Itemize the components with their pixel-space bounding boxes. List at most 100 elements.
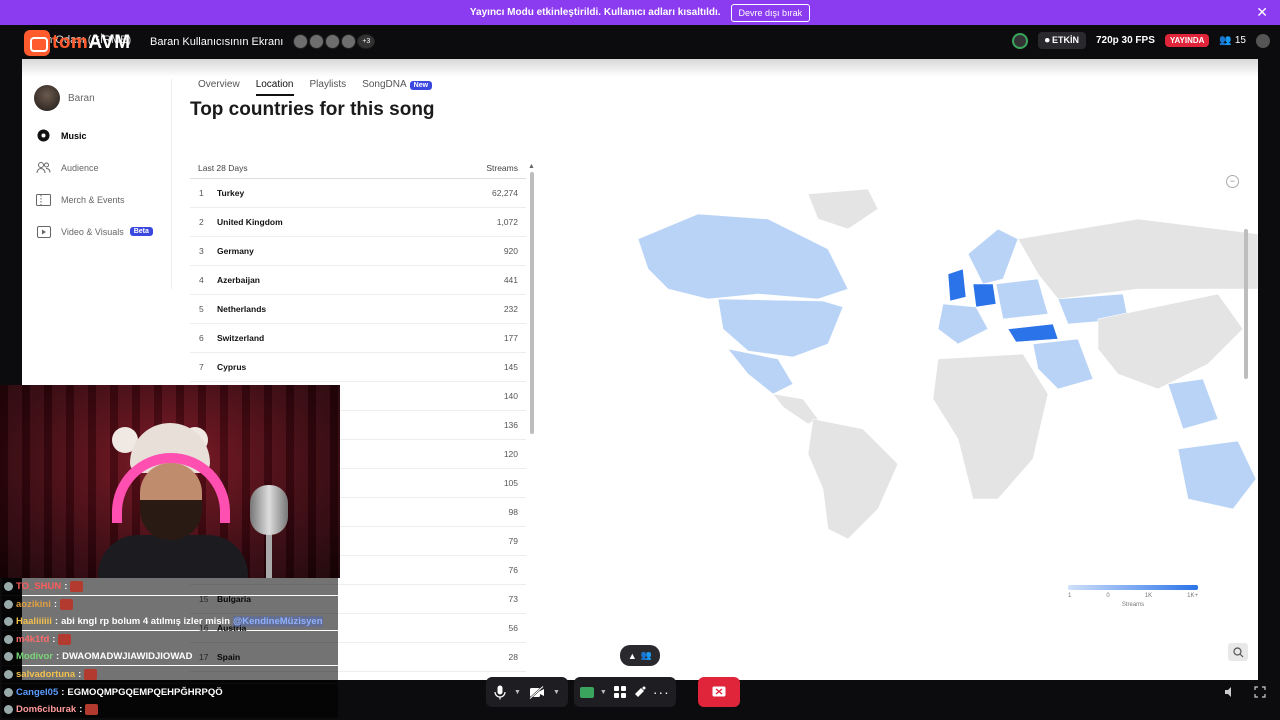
world-map[interactable]	[578, 179, 1258, 539]
more-participants[interactable]: +3	[357, 34, 376, 49]
camera-off-icon[interactable]	[529, 685, 545, 699]
video-icon	[36, 225, 51, 238]
call-header: ...ın Odası (GİRME) tomAVM Baran Kullanı…	[0, 25, 1280, 59]
map-region-eastern-europe[interactable]	[995, 278, 1049, 320]
logo-text-a: tom	[52, 32, 89, 53]
sidebar-item-video[interactable]: Video & Visuals Beta	[36, 225, 153, 238]
chat-username[interactable]: m4k1fd	[16, 634, 49, 645]
chat-separator: :	[78, 669, 82, 680]
controls-toggle[interactable]: ▲ 👥	[620, 645, 660, 666]
chat-username[interactable]: Dom6ciburak	[16, 704, 76, 715]
row-streams: 145	[503, 362, 518, 372]
row-rank: 2	[199, 217, 204, 227]
activity-icon[interactable]	[1011, 32, 1028, 49]
avatar[interactable]	[341, 34, 357, 49]
microphone-icon[interactable]	[494, 685, 506, 700]
map-region-middle-east[interactable]	[1032, 338, 1094, 390]
tab-playlists[interactable]: Playlists	[310, 79, 347, 96]
table-row[interactable]: 7 Cyprus 145	[190, 353, 526, 382]
map-region-usa[interactable]	[717, 298, 844, 358]
activities-icon[interactable]	[613, 685, 627, 699]
chat-username[interactable]: TO_SHUN	[16, 581, 61, 592]
chat-emote-icon	[84, 669, 98, 680]
map-region-australia[interactable]	[1177, 440, 1257, 510]
microphone	[250, 485, 288, 535]
chevron-down-icon[interactable]: ▼	[514, 689, 521, 696]
map-region-canada[interactable]	[637, 213, 849, 300]
map-region-uk[interactable]	[947, 268, 967, 302]
row-rank: 4	[199, 275, 204, 285]
screen-share-title: Baran Kullanıcısının Ekranı +3	[150, 34, 376, 49]
map-region-south-america[interactable]	[807, 418, 899, 539]
scroll-up-icon[interactable]: ▲	[528, 163, 535, 170]
map-region-turkey[interactable]	[1007, 323, 1059, 343]
sidebar-user[interactable]: Baran	[34, 85, 95, 111]
row-rank: 6	[199, 333, 204, 343]
chat-username[interactable]: Cangel05	[16, 687, 58, 698]
tab-location[interactable]: Location	[255, 79, 294, 96]
table-row[interactable]: 4 Azerbaijan 441	[190, 266, 526, 295]
table-row[interactable]: 5 Netherlands 232	[190, 295, 526, 324]
chevron-down-icon[interactable]: ▼	[553, 689, 560, 696]
chat-emote-icon	[85, 704, 99, 716]
chat-emote-icon	[60, 598, 74, 610]
app-sidebar: Baran Music Audience Merch & Events Vide…	[22, 79, 172, 289]
chat-text: abi kngl rp bolum 4 atılmış izler misin	[61, 616, 231, 628]
row-streams: 73	[508, 594, 518, 604]
map-scrollbar[interactable]	[1244, 229, 1248, 379]
viewer-count[interactable]: 👥 15	[1219, 35, 1246, 46]
collapse-icon[interactable]: −	[1226, 175, 1239, 188]
map-region-central-america[interactable]	[772, 393, 819, 425]
disable-streamer-mode-button[interactable]: Devre dışı bırak	[730, 3, 811, 22]
leave-call-button[interactable]	[697, 677, 740, 707]
overlay-logo: tomAVM	[24, 29, 131, 57]
map-region-greenland[interactable]	[807, 188, 879, 230]
map-region-scandinavia[interactable]	[967, 228, 1019, 285]
avatar[interactable]	[293, 34, 309, 49]
streams-header[interactable]: Streams	[486, 163, 518, 173]
volume-icon[interactable]	[1224, 685, 1236, 703]
streamer-mode-banner: Yayıncı Modu etkinleştirildi. Kullanıcı …	[0, 0, 1280, 25]
chat-separator: :	[79, 704, 83, 716]
chat-icon[interactable]	[1256, 33, 1270, 48]
avatar[interactable]	[34, 85, 60, 111]
map-region-russia[interactable]	[1017, 218, 1258, 300]
avatar[interactable]	[325, 34, 341, 49]
sidebar-item-music[interactable]: Music	[36, 129, 87, 142]
chevron-down-icon[interactable]: ▼	[600, 689, 607, 696]
avatar[interactable]	[309, 34, 325, 49]
map-region-africa[interactable]	[932, 353, 1049, 500]
chat-username[interactable]: aozikini	[16, 599, 51, 610]
close-icon[interactable]: ✕	[1256, 4, 1268, 20]
fullscreen-icon[interactable]	[1254, 685, 1266, 703]
table-row[interactable]: 6 Switzerland 177	[190, 324, 526, 353]
map-region-southeast-asia[interactable]	[1167, 378, 1219, 430]
viewers-icon: 👥	[1219, 35, 1232, 46]
chat-emote-icon	[58, 633, 72, 645]
period-header[interactable]: Last 28 Days	[198, 163, 248, 173]
sidebar-item-audience[interactable]: Audience	[36, 161, 99, 174]
chat-username[interactable]: Modivor	[16, 651, 53, 662]
chat-mention[interactable]: @KendineMüzisyen	[233, 616, 323, 628]
chat-username[interactable]: Haaliiiiii	[16, 616, 52, 627]
table-row[interactable]: 3 Germany 920	[190, 237, 526, 266]
map-region-western-europe[interactable]	[937, 303, 989, 345]
participants-icon: 👥	[640, 650, 653, 660]
screen-share-icon[interactable]	[579, 686, 594, 698]
mic-control[interactable]: ▼ ▼	[486, 677, 568, 707]
chat-username[interactable]: salvadortuna	[16, 669, 75, 680]
tab-songdna[interactable]: SongDNA New	[362, 79, 433, 96]
map-region-germany[interactable]	[972, 283, 997, 308]
screen-share-control[interactable]: ▼ ···	[573, 677, 676, 707]
table-row[interactable]: 1 Turkey 62,274	[190, 179, 526, 208]
more-options-icon[interactable]: ···	[653, 684, 670, 700]
tab-overview[interactable]: Overview	[198, 79, 240, 96]
soundboard-icon[interactable]	[633, 685, 647, 699]
table-scrollbar[interactable]	[530, 172, 534, 434]
participant-avatars[interactable]: +3	[293, 34, 376, 49]
table-row[interactable]: 2 United Kingdom 1,072	[190, 208, 526, 237]
zoom-icon[interactable]	[1228, 643, 1248, 661]
ticket-icon	[36, 193, 51, 206]
tab-bar: Overview Location Playlists SongDNA New	[198, 79, 433, 96]
sidebar-item-merch[interactable]: Merch & Events	[36, 193, 125, 206]
